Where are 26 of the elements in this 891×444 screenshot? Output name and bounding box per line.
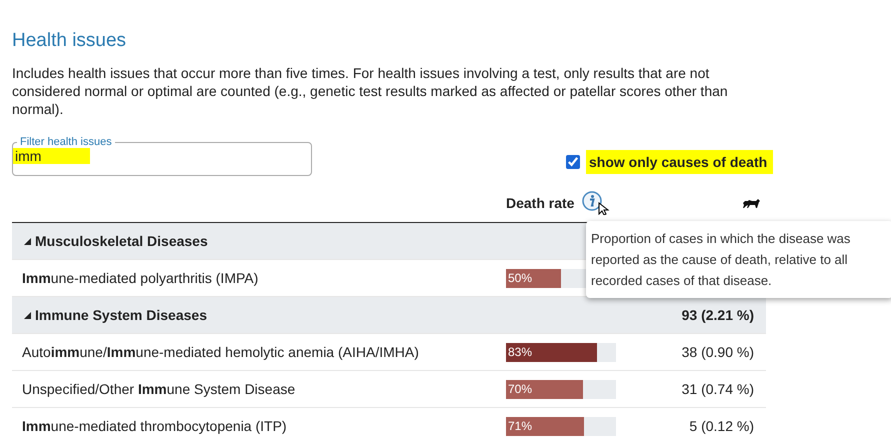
collapse-icon[interactable] — [24, 238, 31, 244]
tooltip: Proportion of cases in which the disease was reported as the cause of death, relative to all recorded cases of that disease. — [586, 221, 891, 298]
group-header[interactable]: Musculoskeletal Diseases — [35, 233, 208, 249]
description-text: Includes health issues that occur more than five times. For health issues involving a test, only results that are not considered normal or optimal are counted (e.g., genetic test results marked as affected or patellar scores other than normal). — [12, 64, 729, 118]
case-count: 31 (0.74 %) — [682, 381, 755, 397]
issue-name: Immune-mediated thrombocytopenia (ITP) — [21, 418, 288, 434]
issue-name: Unspecified/Other Immune System Disease — [21, 381, 296, 397]
collapse-icon[interactable] — [24, 312, 31, 318]
section-title: Health issues — [12, 30, 128, 52]
group-header[interactable]: Immune System Diseases — [35, 307, 207, 323]
case-count: 5 (0.12 %) — [689, 418, 755, 434]
column-header: Death rate — [506, 195, 574, 211]
rate-label: 83% — [507, 345, 532, 359]
field-label: Filter health issues — [19, 136, 113, 148]
causes-checkbox[interactable] — [566, 155, 580, 169]
filter-input[interactable]: imm — [13, 148, 90, 164]
info-icon[interactable] — [582, 191, 610, 215]
group-count: 93 (2.21 %) — [682, 307, 755, 323]
checkbox-label[interactable]: show only causes of death — [586, 150, 774, 174]
case-count: 38 (0.90 %) — [682, 344, 755, 360]
rate-label: 50% — [507, 271, 532, 285]
issue-name: Immune-mediated polyarthritis (IMPA) — [21, 270, 260, 286]
rate-label: 71% — [507, 419, 532, 433]
rate-label: 70% — [507, 382, 532, 396]
issue-name: Autoimmune/Immune-mediated hemolytic anemia (AIHA/IMHA) — [21, 344, 420, 360]
dog-icon — [742, 198, 760, 208]
